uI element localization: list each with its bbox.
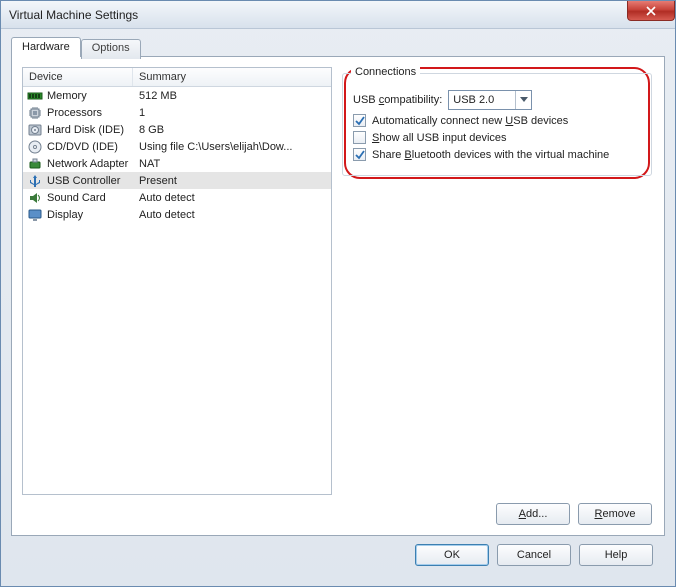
- device-name: Network Adapter: [47, 158, 128, 170]
- cancel-button[interactable]: Cancel: [497, 544, 571, 566]
- device-name: Display: [47, 209, 83, 221]
- panel-buttons: Add... Remove: [22, 495, 652, 525]
- device-row[interactable]: USB Controller Present: [23, 172, 331, 189]
- usb-compat-combo[interactable]: USB 2.0: [448, 90, 532, 110]
- checkbox-icon: [353, 114, 366, 127]
- memory-icon: [27, 88, 43, 104]
- device-name: Hard Disk (IDE): [47, 124, 124, 136]
- combo-value: USB 2.0: [453, 94, 494, 106]
- device-rows: Memory 512 MB Processors 1 Hard Disk (IDE) 8 …: [23, 87, 331, 494]
- device-name: CD/DVD (IDE): [47, 141, 118, 153]
- usb-compat-label: USB compatibility:: [353, 94, 442, 106]
- device-summary: NAT: [133, 158, 331, 170]
- device-name: Processors: [47, 107, 102, 119]
- group-title: Connections: [351, 67, 420, 78]
- device-row[interactable]: Processors 1: [23, 104, 331, 121]
- checkbox-label: Automatically connect new USB devices: [372, 115, 568, 127]
- tab-label: Hardware: [22, 41, 70, 53]
- device-row[interactable]: Sound Card Auto detect: [23, 189, 331, 206]
- close-button[interactable]: [627, 1, 675, 21]
- ok-button[interactable]: OK: [415, 544, 489, 566]
- window: Virtual Machine Settings Hardware Option…: [0, 0, 676, 587]
- details-pane: Connections USB compatibility: USB 2.0: [342, 67, 652, 495]
- remove-button[interactable]: Remove: [578, 503, 652, 525]
- auto-connect-checkbox[interactable]: Automatically connect new USB devices: [353, 114, 641, 127]
- device-list: Device Summary Memory 512 MB Processors 1 Ha…: [22, 67, 332, 495]
- add-button[interactable]: Add...: [496, 503, 570, 525]
- device-summary: Using file C:\Users\elijah\Dow...: [133, 141, 331, 153]
- device-list-header: Device Summary: [23, 68, 331, 87]
- checkbox-icon: [353, 148, 366, 161]
- cd-icon: [27, 139, 43, 155]
- checkbox-label: Share Bluetooth devices with the virtual…: [372, 149, 609, 161]
- dialog-buttons: OK Cancel Help: [11, 536, 665, 576]
- device-row[interactable]: CD/DVD (IDE) Using file C:\Users\elijah\D…: [23, 138, 331, 155]
- device-summary: Auto detect: [133, 209, 331, 221]
- device-name: USB Controller: [47, 175, 120, 187]
- net-icon: [27, 156, 43, 172]
- tabstrip: Hardware Options: [11, 37, 665, 57]
- panel-body: Device Summary Memory 512 MB Processors 1 Ha…: [22, 67, 652, 495]
- device-summary: 512 MB: [133, 90, 331, 102]
- checkbox-label: Show all USB input devices: [372, 132, 507, 144]
- col-summary[interactable]: Summary: [133, 68, 331, 86]
- checkbox-icon: [353, 131, 366, 144]
- usb-icon: [27, 173, 43, 189]
- share-bluetooth-checkbox[interactable]: Share Bluetooth devices with the virtual…: [353, 148, 641, 161]
- device-row[interactable]: Hard Disk (IDE) 8 GB: [23, 121, 331, 138]
- col-device[interactable]: Device: [23, 68, 133, 86]
- device-name: Memory: [47, 90, 87, 102]
- device-summary: 1: [133, 107, 331, 119]
- connections-group: Connections USB compatibility: USB 2.0: [342, 73, 652, 176]
- device-row[interactable]: Network Adapter NAT: [23, 155, 331, 172]
- window-title: Virtual Machine Settings: [9, 8, 138, 22]
- device-summary: Present: [133, 175, 331, 187]
- client-area: Hardware Options Device Summary Memory 51…: [1, 29, 675, 586]
- device-summary: 8 GB: [133, 124, 331, 136]
- tab-hardware[interactable]: Hardware: [11, 37, 81, 57]
- titlebar: Virtual Machine Settings: [1, 1, 675, 29]
- tab-label: Options: [92, 42, 130, 54]
- sound-icon: [27, 190, 43, 206]
- display-icon: [27, 207, 43, 223]
- disk-icon: [27, 122, 43, 138]
- hardware-panel: Device Summary Memory 512 MB Processors 1 Ha…: [11, 56, 665, 536]
- usb-compat-row: USB compatibility: USB 2.0: [353, 90, 641, 110]
- device-name: Sound Card: [47, 192, 106, 204]
- help-button[interactable]: Help: [579, 544, 653, 566]
- device-summary: Auto detect: [133, 192, 331, 204]
- device-row[interactable]: Memory 512 MB: [23, 87, 331, 104]
- close-icon: [646, 6, 656, 16]
- chevron-down-icon: [515, 91, 531, 109]
- cpu-icon: [27, 105, 43, 121]
- tab-options[interactable]: Options: [81, 39, 141, 59]
- show-all-checkbox[interactable]: Show all USB input devices: [353, 131, 641, 144]
- device-row[interactable]: Display Auto detect: [23, 206, 331, 223]
